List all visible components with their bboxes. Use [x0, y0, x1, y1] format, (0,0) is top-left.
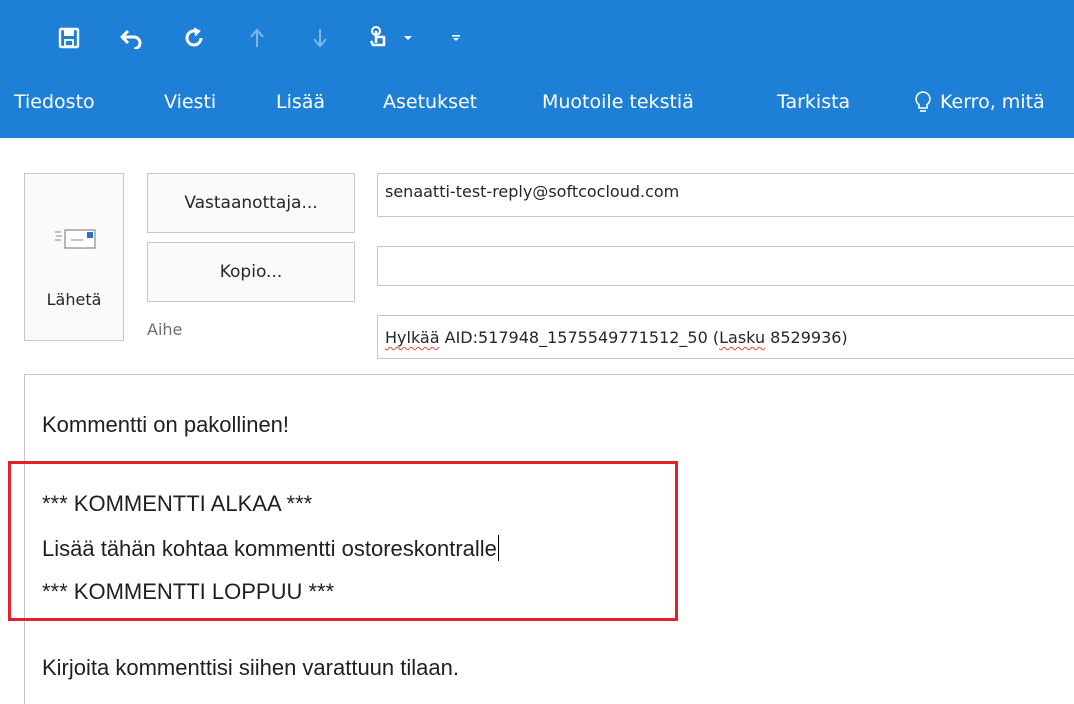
redo-icon[interactable]	[178, 18, 212, 58]
send-label: Lähetä	[46, 290, 102, 309]
tell-me-label: Kerro, mitä	[940, 91, 1045, 113]
ribbon: Tiedosto Viesti Lisää Asetukset Muotoile…	[0, 0, 1074, 138]
to-field[interactable]: senaatti-test-reply@softcocloud.com	[377, 173, 1074, 217]
save-icon[interactable]	[52, 18, 86, 58]
tab-tiedosto[interactable]: Tiedosto	[14, 84, 95, 120]
subject-word-lasku: Lasku	[719, 328, 766, 347]
send-envelope-icon	[53, 224, 99, 258]
cc-field[interactable]	[377, 246, 1074, 286]
subject-middle: AID:517948_1575549771512_50 (	[439, 328, 720, 347]
highlight-box	[8, 461, 678, 621]
tab-muotoile-tekstia[interactable]: Muotoile tekstiä	[542, 84, 694, 120]
subject-label: Aihe	[147, 320, 183, 339]
tab-tarkista[interactable]: Tarkista	[777, 84, 850, 120]
to-value: senaatti-test-reply@softcocloud.com	[385, 182, 680, 201]
undo-icon[interactable]	[115, 18, 149, 58]
subject-field[interactable]: Hylkää AID:517948_1575549771512_50 (Lask…	[377, 315, 1074, 359]
send-button[interactable]: Lähetä	[24, 173, 124, 341]
customize-toolbar-icon[interactable]	[444, 18, 468, 58]
ribbon-tabs: Tiedosto Viesti Lisää Asetukset Muotoile…	[0, 84, 1074, 120]
dropdown-arrow-icon[interactable]	[396, 18, 420, 58]
to-button[interactable]: Vastaanottaja...	[147, 173, 355, 233]
down-arrow-icon[interactable]	[303, 18, 337, 58]
body-line-required: Kommentti on pakollinen!	[42, 412, 290, 437]
tell-me-box[interactable]: Kerro, mitä	[914, 84, 1045, 120]
cc-button[interactable]: Kopio...	[147, 242, 355, 302]
lightbulb-icon	[915, 91, 931, 112]
tab-asetukset[interactable]: Asetukset	[383, 84, 477, 120]
up-arrow-icon[interactable]	[240, 18, 274, 58]
to-button-label: Vastaanottaja...	[184, 193, 318, 213]
subject-word-hylkaa: Hylkää	[385, 328, 440, 347]
tab-lisaa[interactable]: Lisää	[276, 84, 325, 120]
body-line-instruction: Kirjoita kommenttisi siihen varattuun ti…	[42, 655, 459, 680]
cc-button-label: Kopio...	[219, 262, 283, 282]
touch-mode-icon[interactable]	[362, 18, 396, 58]
tab-viesti[interactable]: Viesti	[164, 84, 216, 120]
subject-end: 8529936)	[765, 328, 848, 347]
